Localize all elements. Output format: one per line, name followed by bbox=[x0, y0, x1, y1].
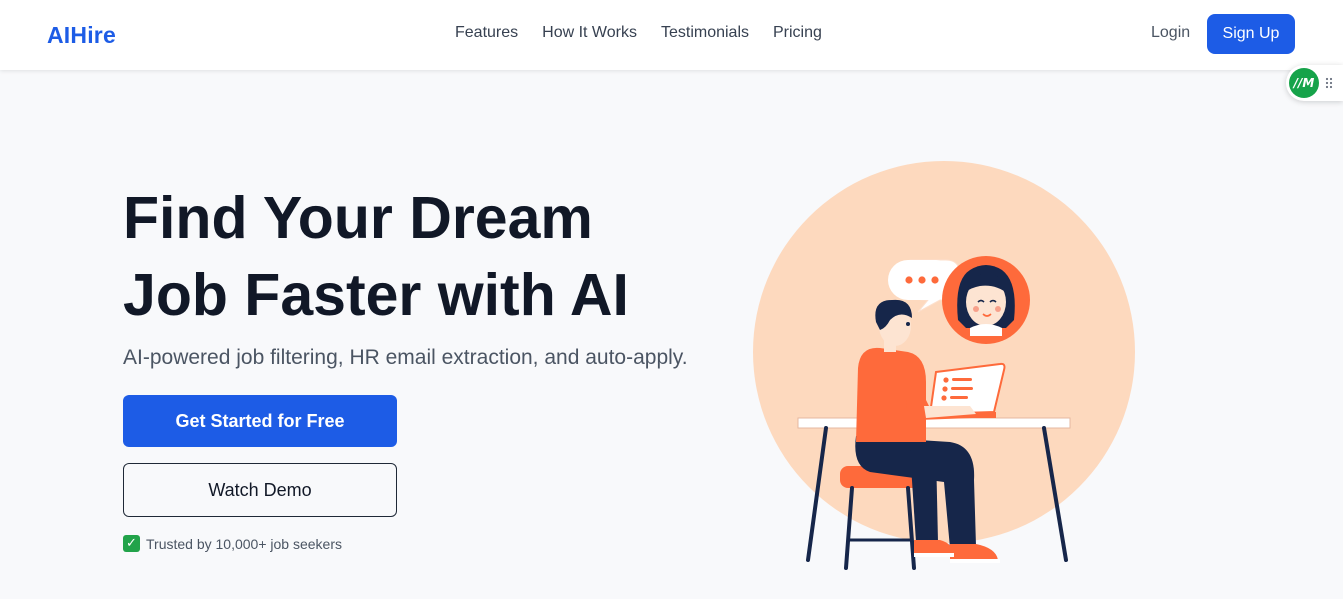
nav-link-features[interactable]: Features bbox=[455, 24, 518, 42]
hero-title-line-2: Job Faster with AI bbox=[123, 262, 629, 328]
hero-title: Find Your Dream Job Faster with AI bbox=[123, 180, 723, 334]
watch-demo-button[interactable]: Watch Demo bbox=[123, 463, 397, 517]
person-at-laptop-chatting-illustration bbox=[753, 161, 1135, 570]
hero-title-line-1: Find Your Dream bbox=[123, 185, 593, 251]
check-mark-icon: ✓ bbox=[123, 535, 140, 552]
woman-avatar-icon bbox=[942, 256, 1030, 344]
nav-link-pricing[interactable]: Pricing bbox=[773, 24, 822, 42]
brand-logo[interactable]: AIHire bbox=[47, 22, 116, 49]
login-link[interactable]: Login bbox=[1151, 24, 1190, 42]
get-started-button[interactable]: Get Started for Free bbox=[123, 395, 397, 447]
nav-link-how-it-works[interactable]: How It Works bbox=[542, 24, 637, 42]
drag-handle-icon[interactable] bbox=[1325, 77, 1333, 89]
trust-text: Trusted by 10,000+ job seekers bbox=[146, 535, 342, 552]
extension-badge-icon[interactable]: //M bbox=[1289, 68, 1319, 98]
trust-line: ✓ Trusted by 10,000+ job seekers bbox=[123, 535, 342, 552]
sign-up-button[interactable]: Sign Up bbox=[1207, 14, 1295, 54]
nav-link-testimonials[interactable]: Testimonials bbox=[661, 24, 749, 42]
illustration-backdrop-circle bbox=[753, 161, 1135, 543]
hero-subtitle: AI-powered job filtering, HR email extra… bbox=[123, 346, 688, 369]
nav-links: Features How It Works Testimonials Prici… bbox=[455, 24, 822, 42]
extension-widget[interactable]: //M bbox=[1286, 65, 1343, 101]
top-navbar: AIHire Features How It Works Testimonial… bbox=[0, 0, 1343, 70]
